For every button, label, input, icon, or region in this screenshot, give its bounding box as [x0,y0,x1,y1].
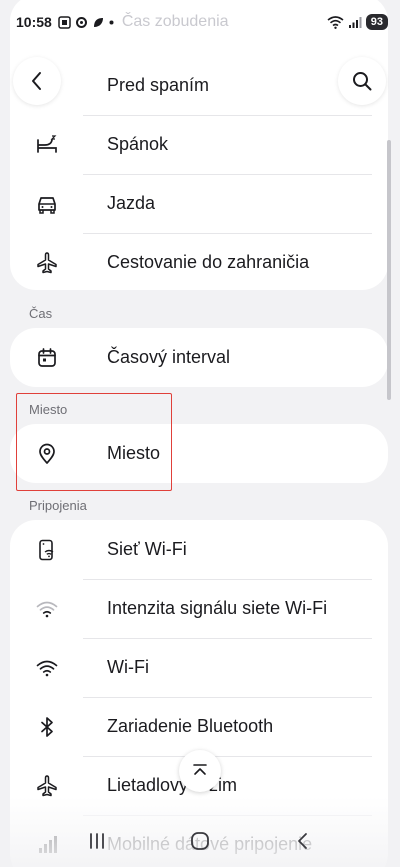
calendar-icon [35,346,59,370]
time-card: Časový interval [10,328,388,387]
system-navigation-bar [0,819,400,867]
list-item-intenzita-signalu[interactable]: Intenzita signálu siete Wi-Fi [10,579,388,638]
list-item-bluetooth[interactable]: Zariadenie Bluetooth [10,697,388,756]
list-item-label: Spánok [107,134,169,154]
cell-signal-icon [348,16,362,28]
wifi-status-icon [327,15,344,29]
home-button[interactable] [189,830,211,857]
car-icon [35,192,59,216]
list-item-miesto[interactable]: Miesto [10,424,388,483]
dot-icon [109,20,114,24]
scrollbar[interactable] [387,140,391,400]
list-item-label: Sieť Wi-Fi [107,539,187,559]
list-item-label: Zariadenie Bluetooth [107,716,274,736]
bluetooth-icon [35,715,59,739]
settings-gear-icon [75,16,87,28]
list-item-label: Jazda [107,193,156,213]
list-item-label: Intenzita signálu siete Wi-Fi [107,598,328,618]
status-right: 93 [327,14,388,30]
back-nav-icon [298,832,307,849]
connections-card: Sieť Wi-Fi Intenzita signálu siete Wi-Fi… [10,520,388,867]
list-item-spanok[interactable]: Spánok [10,115,388,174]
wifi-icon [35,656,59,680]
list-item-siet-wifi[interactable]: Sieť Wi-Fi [10,520,388,579]
screenshot-icon [58,15,71,29]
section-title-cas: Čas [29,306,53,321]
search-icon [353,72,372,91]
leaf-icon [93,17,103,27]
scrolled-title-ghost: Čas zobudenia [121,13,229,30]
status-left: 10:58 Čas zobudenia [16,13,229,31]
airplane-icon [35,774,59,798]
search-button[interactable] [338,57,386,105]
location-pin-icon [35,442,59,466]
list-item-cestovanie[interactable]: Cestovanie do zahraničia [10,233,388,292]
bed-icon [35,133,59,157]
status-bar: 10:58 Čas zobudenia 93 [0,0,400,44]
notification-icons [58,15,114,29]
section-title-miesto: Miesto [29,402,68,417]
page-title: Pred spaním [107,74,210,95]
list-item-wifi[interactable]: Wi-Fi [10,638,388,697]
phone-wifi-icon [35,538,59,562]
list-item-label: Cestovanie do zahraničia [107,252,310,272]
list-item-label: Wi-Fi [107,657,149,677]
airplane-icon [35,251,59,275]
section-title-pripojenia: Pripojenia [29,498,87,513]
chevron-left-icon [32,72,41,90]
scroll-to-top-button[interactable] [179,750,221,792]
status-time: 10:58 [16,14,52,30]
list-item-label: Miesto [107,443,161,463]
list-item-label: Časový interval [107,347,231,367]
recents-icon [90,832,104,849]
battery-indicator: 93 [365,14,388,30]
screen: 10:58 Čas zobudenia 93 Pred spaním Spáno… [0,0,400,867]
recents-button[interactable] [87,831,107,856]
home-icon [191,831,209,850]
back-button[interactable] [13,57,61,105]
list-item-jazda[interactable]: Jazda [10,174,388,233]
list-item-pred-spanim[interactable]: Pred spaním [10,55,388,115]
wifi-weak-icon [35,597,59,621]
chevron-up-icon [193,764,207,775]
list-item-casovy-interval[interactable]: Časový interval [10,328,388,387]
place-card: Miesto [10,424,388,483]
back-nav-button[interactable] [293,831,313,856]
